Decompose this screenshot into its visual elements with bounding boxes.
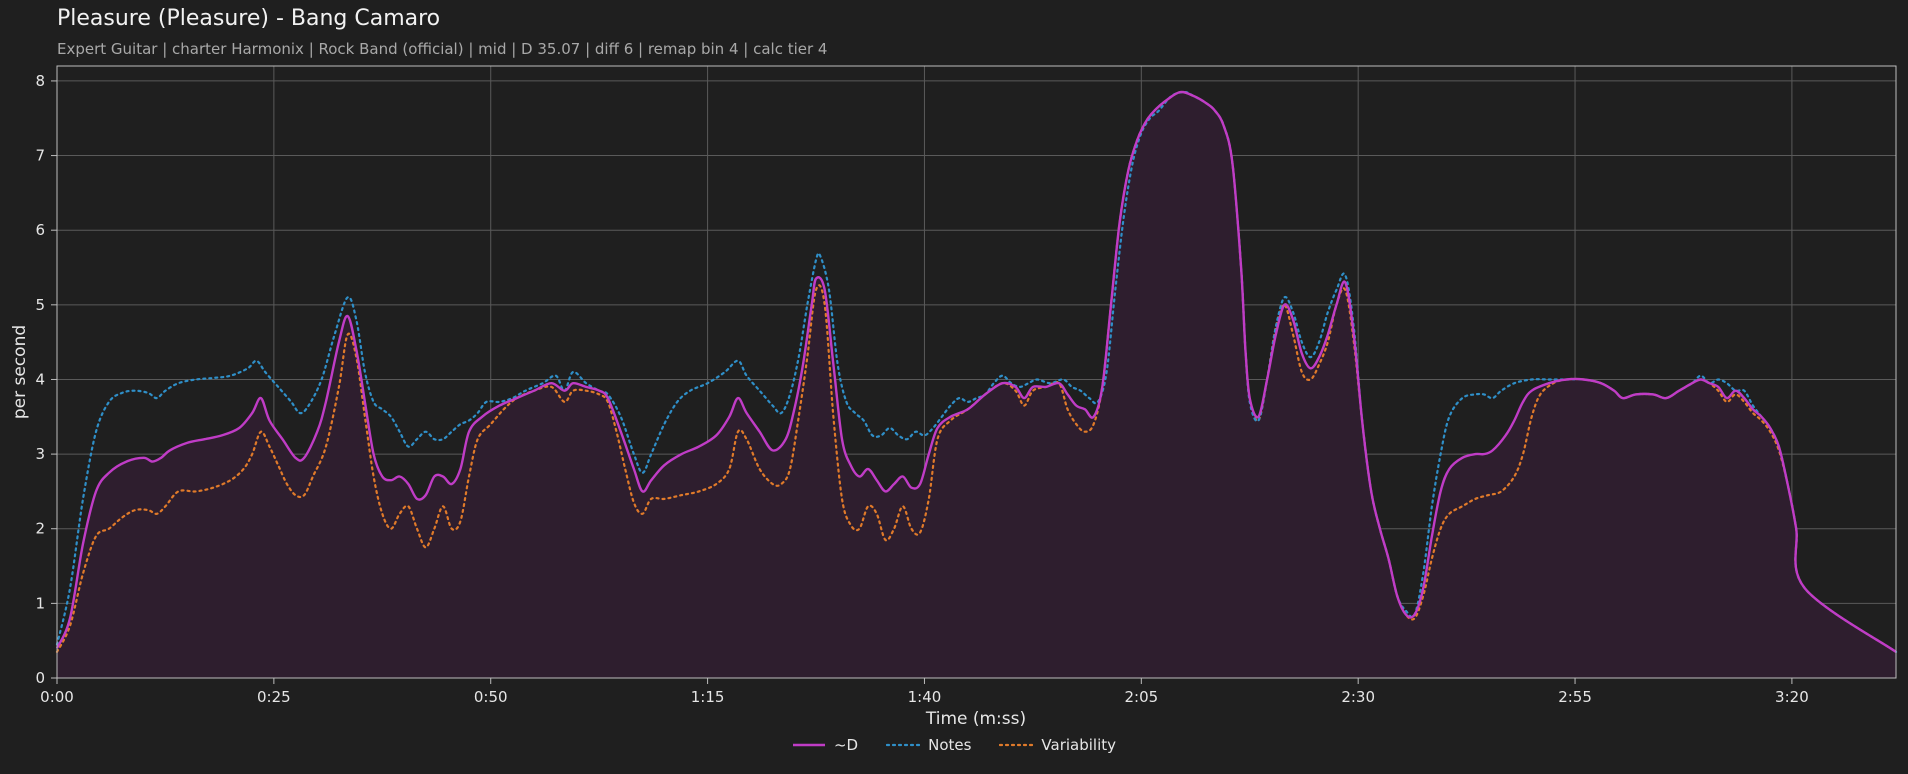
y-tick-label: 1 [35,594,45,612]
x-tick-label: 1:15 [691,688,725,706]
legend-swatch-d [792,743,825,747]
x-tick-label: 0:00 [40,688,74,706]
legend-label-notes: Notes [928,736,972,754]
legend-label-d: ~D [833,736,859,754]
y-axis-ticks: 0 1 2 3 4 5 6 7 8 [35,72,57,687]
y-tick-label: 7 [35,147,45,165]
x-tick-label: 3:20 [1775,688,1809,706]
x-tick-label: 0:25 [257,688,291,706]
y-tick-label: 4 [35,370,45,388]
x-axis-ticks: 0:00 0:25 0:50 1:15 1:40 2:05 2:30 2:55 3:20 [40,678,1809,706]
y-tick-label: 3 [35,445,45,463]
y-tick-label: 2 [35,520,45,538]
x-tick-label: 2:55 [1558,688,1592,706]
legend-item-d: ~D [792,736,858,754]
legend-swatch-variability [999,743,1034,747]
x-axis-label: Time (m:ss) [925,709,1026,729]
x-tick-label: 2:05 [1124,688,1158,706]
y-axis-label: per second [10,325,30,419]
legend-label-variability: Variability [1041,736,1117,754]
legend-item-notes: Notes [886,736,971,754]
x-tick-label: 2:30 [1341,688,1375,706]
x-tick-label: 0:50 [474,688,508,706]
chart-canvas: 0:00 0:25 0:50 1:15 1:40 2:05 2:30 2:55 3:20 0 1 2… [10,65,1898,729]
x-tick-label: 1:40 [908,688,942,706]
legend: ~D Notes Variability [0,736,1908,754]
legend-swatch-notes [886,743,921,747]
y-tick-label: 0 [35,669,45,687]
legend-item-variability: Variability [999,736,1116,754]
y-tick-label: 6 [35,221,45,239]
y-tick-label: 8 [35,72,45,90]
y-tick-label: 5 [35,296,45,314]
